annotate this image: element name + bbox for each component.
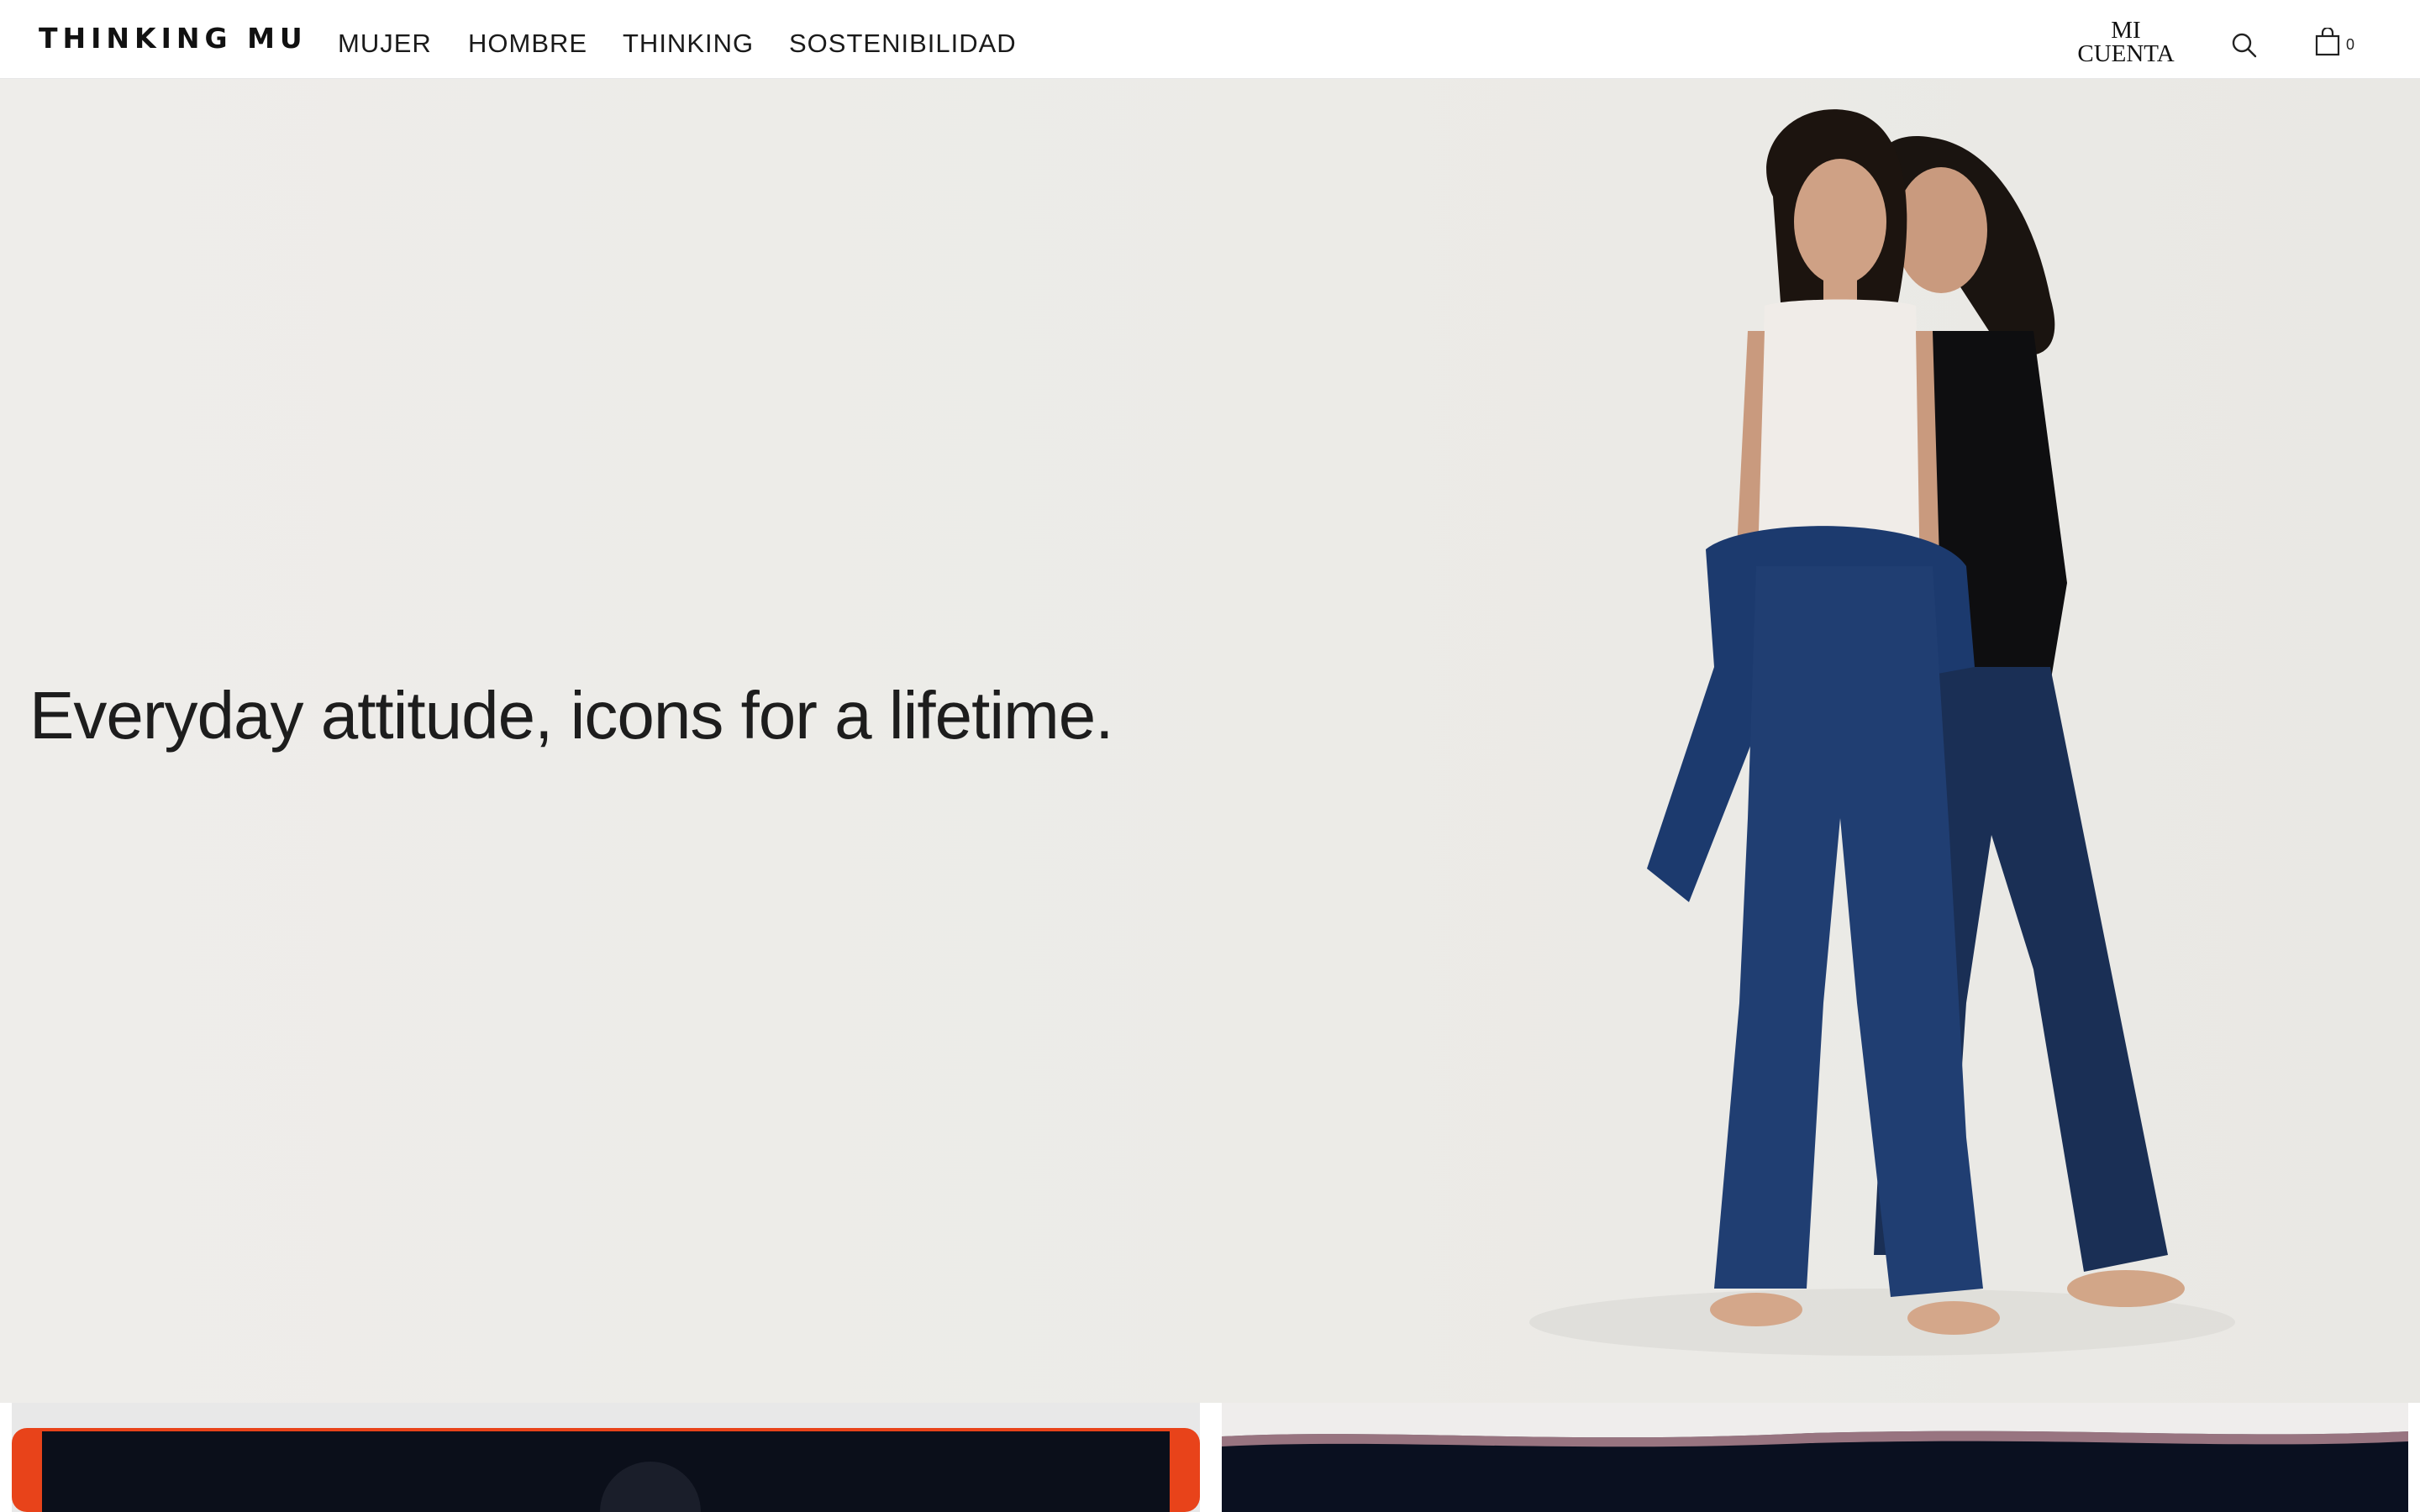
card-left-image <box>12 1428 1200 1512</box>
card-right-image <box>1222 1403 2408 1512</box>
account-label-line2: CUENTA <box>2077 40 2175 67</box>
account-label-line1: MI <box>2111 17 2141 44</box>
nav-item-sostenibilidad[interactable]: SOSTENIBILIDAD <box>789 29 1017 59</box>
brand-logo[interactable]: THINKING MU <box>39 22 308 55</box>
shopping-bag-icon <box>2315 28 2340 56</box>
hero-headline: Everyday attitude, icons for a lifetime. <box>29 678 1113 753</box>
my-account-link[interactable]: MI CUENTA <box>2067 18 2185 66</box>
cart-count: 0 <box>2346 36 2355 53</box>
featured-card-left[interactable] <box>12 1403 1200 1512</box>
search-button[interactable] <box>2230 31 2259 60</box>
site-header: THINKING MU MUJER HOMBRE THINKING SOSTEN… <box>0 0 2420 79</box>
hero-models-image <box>1529 109 2235 1356</box>
nav-item-hombre[interactable]: HOMBRE <box>468 29 587 59</box>
search-icon <box>2232 33 2257 58</box>
nav-item-thinking[interactable]: THINKING <box>623 29 754 59</box>
featured-card-right[interactable] <box>1222 1403 2408 1512</box>
nav-item-mujer[interactable]: MUJER <box>338 29 432 59</box>
featured-cards-strip <box>0 1403 2420 1512</box>
hero-banner[interactable]: Everyday attitude, icons for a lifetime. <box>0 79 2420 1403</box>
cart-button[interactable]: 0 <box>2314 28 2365 60</box>
